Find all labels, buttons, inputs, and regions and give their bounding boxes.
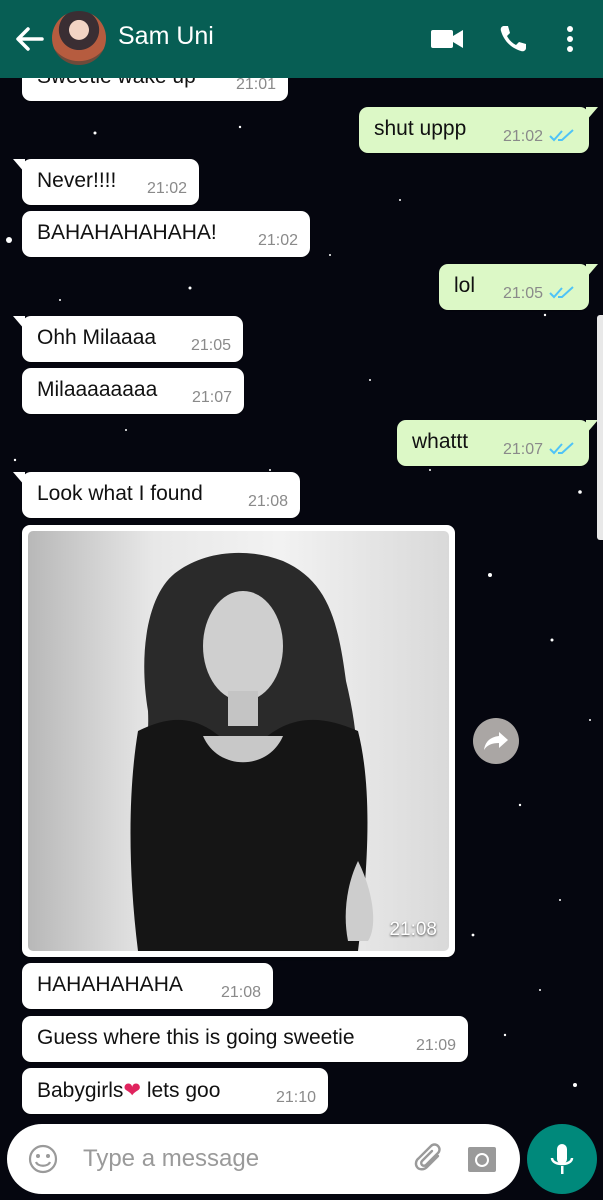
- message-incoming[interactable]: Milaaaaaaaa 21:07: [22, 368, 244, 414]
- image-message[interactable]: 21:08: [22, 525, 455, 957]
- arrow-left-icon[interactable]: [12, 22, 46, 56]
- message-input[interactable]: Type a message: [83, 1145, 259, 1173]
- message-outgoing[interactable]: shut uppp 21:02: [359, 107, 598, 153]
- heart-emoji: ❤: [123, 1079, 141, 1102]
- double-check-read-icon: [549, 442, 574, 455]
- microphone-button[interactable]: [527, 1124, 597, 1194]
- message-incoming[interactable]: Guess where this is going sweetie 21:09: [22, 1016, 468, 1062]
- video-camera-icon[interactable]: [429, 22, 465, 56]
- scrollbar[interactable]: [597, 315, 603, 540]
- message-incoming[interactable]: Look what I found 21:08: [13, 472, 300, 518]
- contact-name[interactable]: Sam Uni: [118, 22, 214, 51]
- photo-thumbnail[interactable]: 21:08: [28, 531, 449, 951]
- double-check-read-icon: [549, 129, 574, 142]
- message-incoming[interactable]: Never!!!! 21:02: [13, 159, 199, 205]
- microphone-icon: [550, 1144, 574, 1174]
- message-incoming[interactable]: HAHAHAHAHA 21:08: [22, 963, 273, 1009]
- camera-icon[interactable]: [466, 1143, 498, 1175]
- portrait-photo: [130, 552, 374, 951]
- phone-icon[interactable]: [496, 22, 532, 56]
- message-incoming[interactable]: BAHAHAHAHAHA! 21:02: [22, 211, 310, 257]
- smiley-icon[interactable]: [27, 1143, 59, 1175]
- message-outgoing[interactable]: whattt 21:07: [397, 420, 598, 466]
- share-arrow-icon: [484, 732, 508, 750]
- chat-header: Sam Uni: [0, 0, 603, 78]
- forward-button[interactable]: [473, 718, 519, 764]
- message-composer[interactable]: Type a message: [7, 1124, 520, 1194]
- more-vertical-icon[interactable]: [552, 22, 588, 56]
- message-incoming[interactable]: Ohh Milaaaa 21:05: [13, 316, 243, 362]
- message-outgoing[interactable]: lol 21:05: [439, 264, 598, 310]
- double-check-read-icon: [549, 286, 574, 299]
- avatar[interactable]: [52, 11, 106, 65]
- message-incoming[interactable]: Babygirls❤ lets goo 21:10: [22, 1068, 328, 1114]
- paperclip-icon[interactable]: [412, 1142, 446, 1176]
